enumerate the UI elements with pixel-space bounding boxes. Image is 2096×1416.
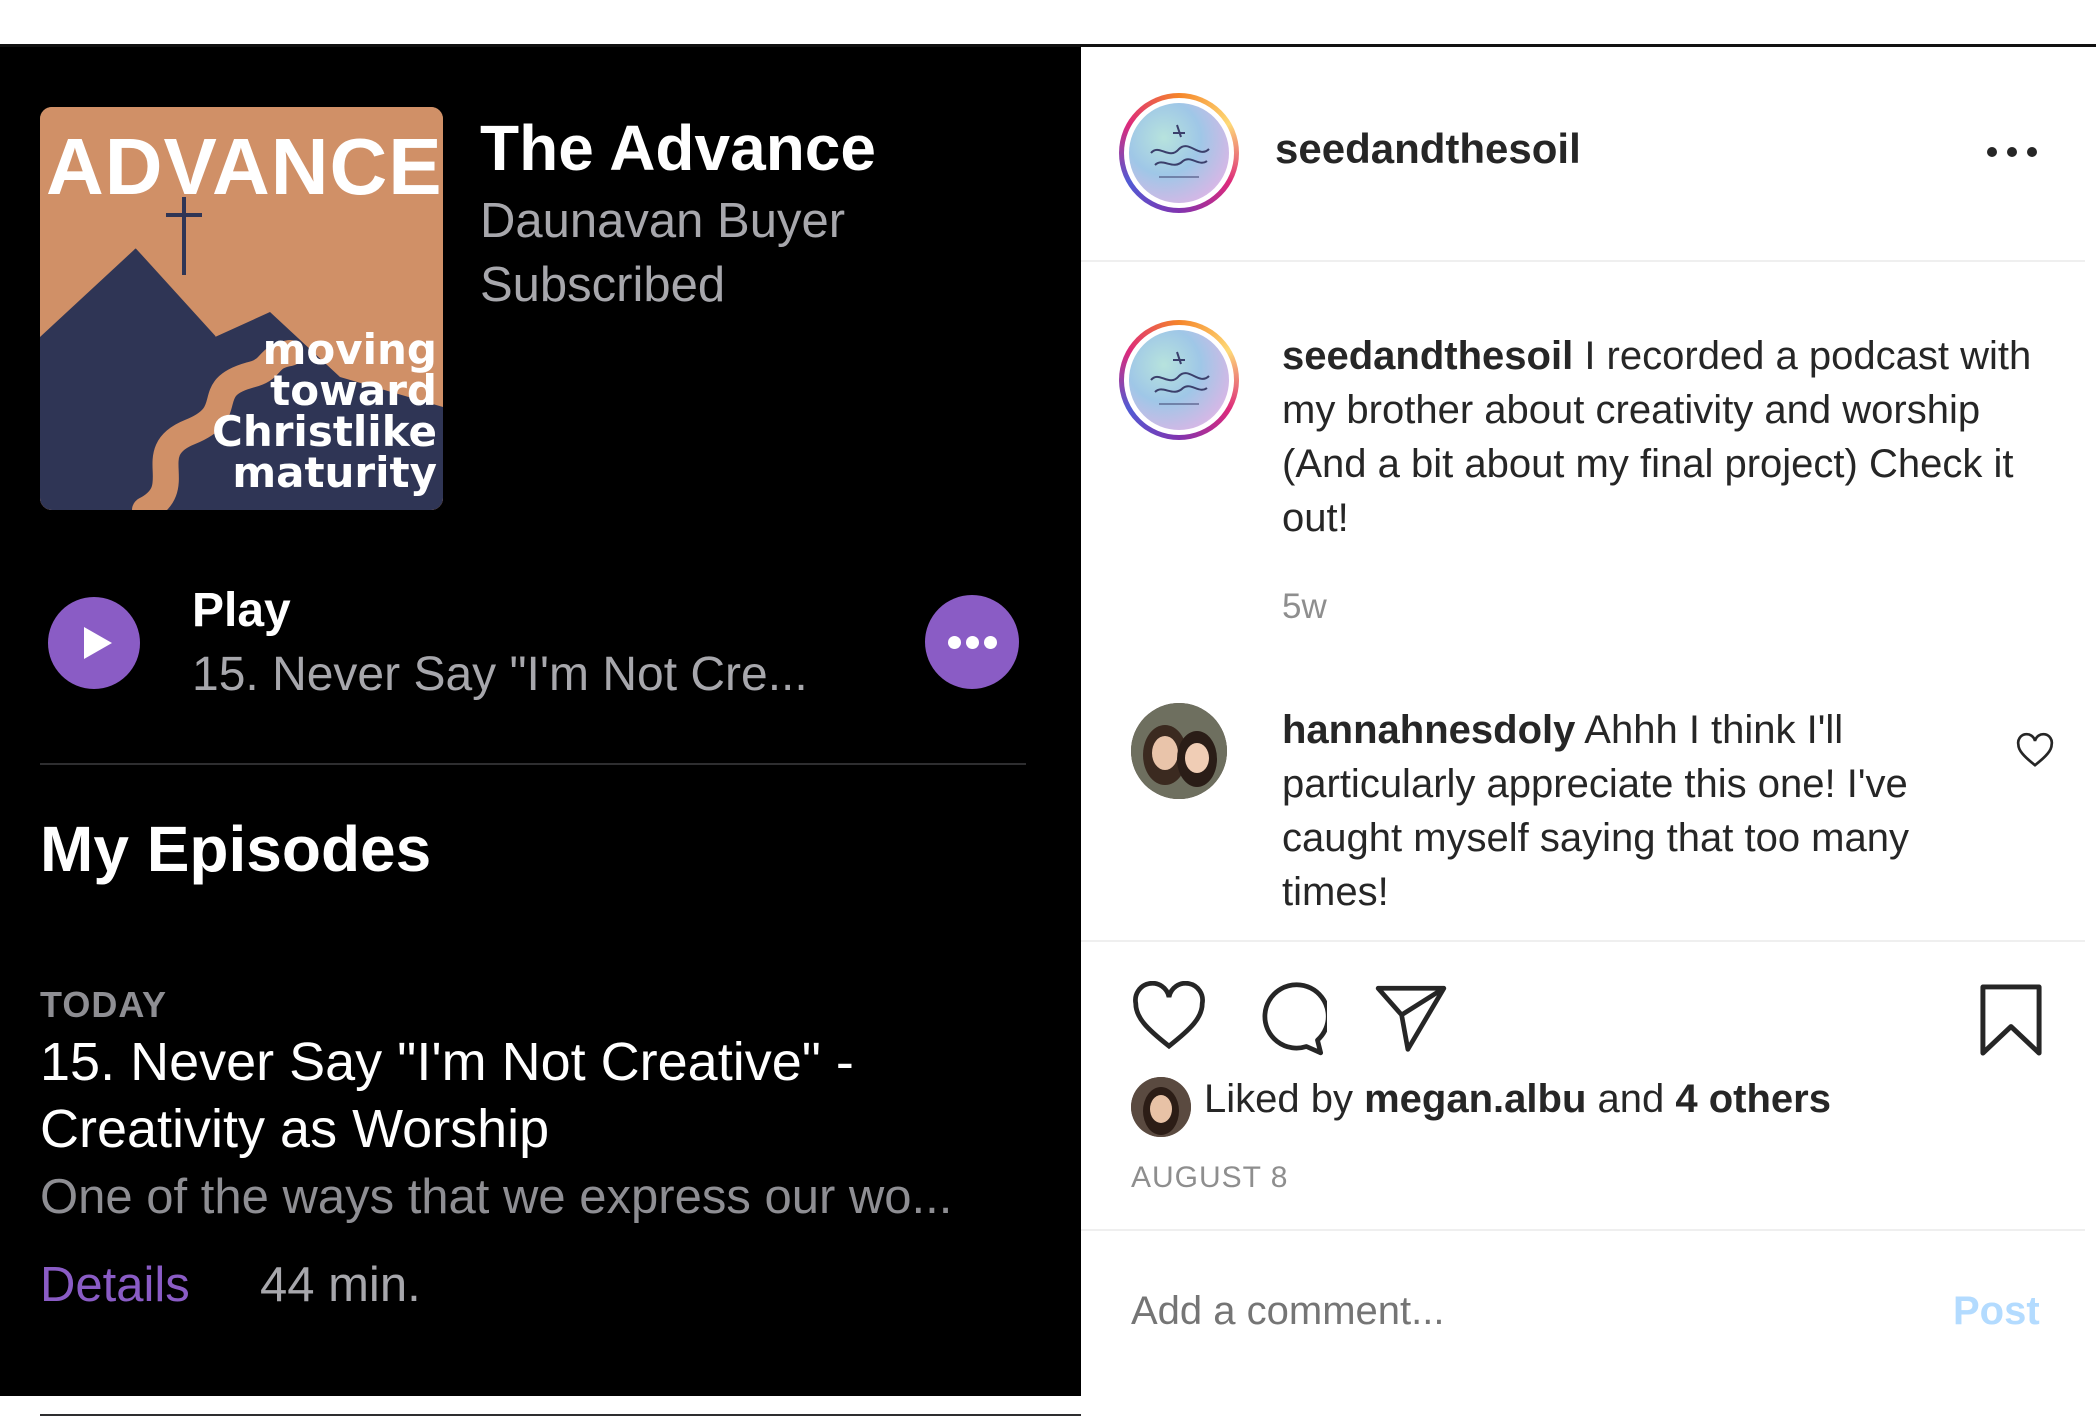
- play-button[interactable]: [48, 597, 140, 689]
- podcast-title: The Advance: [480, 112, 876, 184]
- comment-username[interactable]: hannahnesdoly: [1282, 708, 1575, 752]
- podcast-panel: ADVANCE moving toward Christlike maturit…: [0, 47, 1081, 1416]
- play-episode-title[interactable]: 15. Never Say "I'm Not Cre...: [192, 647, 808, 702]
- commenter-photo: [1131, 703, 1227, 799]
- caption-username[interactable]: seedandthesoil: [1282, 334, 1573, 378]
- liker-avatar[interactable]: [1131, 1077, 1191, 1137]
- post-button[interactable]: Post: [1953, 1289, 2040, 1334]
- artwork-title: ADVANCE: [46, 122, 443, 211]
- post-caption: seedandthesoil I recorded a podcast with…: [1282, 329, 2062, 545]
- comment-box-divider: [1081, 1229, 2085, 1231]
- caption-avatar[interactable]: [1119, 320, 1239, 440]
- more-icon-dot: [966, 636, 979, 649]
- episode-details-link[interactable]: Details: [40, 1257, 190, 1313]
- heart-icon[interactable]: [1131, 981, 1207, 1051]
- comment-heart-icon[interactable]: [2015, 731, 2055, 771]
- artwork-tagline-line: moving: [262, 325, 437, 374]
- likes-summary: Liked by megan.albu and 4 others: [1204, 1077, 1831, 1122]
- post-username[interactable]: seedandthesoil: [1275, 125, 1581, 173]
- liker-photo: [1131, 1077, 1191, 1137]
- play-icon: [84, 627, 112, 659]
- comment-input[interactable]: [1131, 1289, 1891, 1334]
- episode-duration: 44 min.: [260, 1258, 421, 1312]
- more-icon: [948, 636, 961, 649]
- actions-divider: [1081, 940, 2085, 942]
- comment: hannahnesdoly Ahhh I think I'll particul…: [1282, 703, 1982, 919]
- likes-others[interactable]: 4 others: [1675, 1077, 1831, 1121]
- instagram-post-panel: seedandthesoil seedandthesoil I recorded…: [1081, 47, 2085, 1396]
- commenter-avatar[interactable]: [1131, 703, 1227, 799]
- episode-date: TODAY: [40, 984, 168, 1025]
- comment-icon[interactable]: [1251, 980, 1327, 1056]
- more-icon-dot: [984, 636, 997, 649]
- episode-description: One of the ways that we express our wo..…: [40, 1170, 953, 1224]
- likes-joiner: and: [1597, 1077, 1665, 1121]
- likes-prefix: Liked by: [1204, 1077, 1353, 1121]
- post-date[interactable]: AUGUST 8: [1131, 1161, 1289, 1195]
- more-options-button[interactable]: [925, 595, 1019, 689]
- more-icon[interactable]: [1987, 147, 2037, 161]
- avatar-logo-graphic: [1150, 124, 1210, 178]
- subscription-status: Subscribed: [480, 258, 726, 312]
- header-divider: [1081, 260, 2085, 262]
- likes-user[interactable]: megan.albu: [1364, 1077, 1586, 1121]
- artwork-tagline-line: maturity: [232, 448, 437, 497]
- caption-time[interactable]: 5w: [1282, 587, 1327, 627]
- avatar-logo-graphic: [1150, 351, 1210, 405]
- play-label[interactable]: Play: [192, 583, 291, 638]
- section-title: My Episodes: [40, 813, 432, 885]
- bookmark-icon[interactable]: [1977, 982, 2045, 1058]
- top-strip: [0, 0, 2096, 44]
- podcast-author[interactable]: Daunavan Buyer: [480, 193, 845, 249]
- podcast-artwork[interactable]: ADVANCE moving toward Christlike maturit…: [40, 107, 443, 510]
- share-icon[interactable]: [1373, 982, 1449, 1054]
- artwork-tagline-line: toward: [270, 366, 437, 415]
- artwork-tagline: moving toward Christlike maturity: [177, 325, 437, 497]
- episode-title[interactable]: 15. Never Say "I'm Not Creative" - Creat…: [40, 1029, 1060, 1163]
- profile-avatar[interactable]: [1119, 93, 1239, 213]
- divider: [40, 763, 1026, 765]
- artwork-tagline-line: Christlike: [212, 407, 437, 456]
